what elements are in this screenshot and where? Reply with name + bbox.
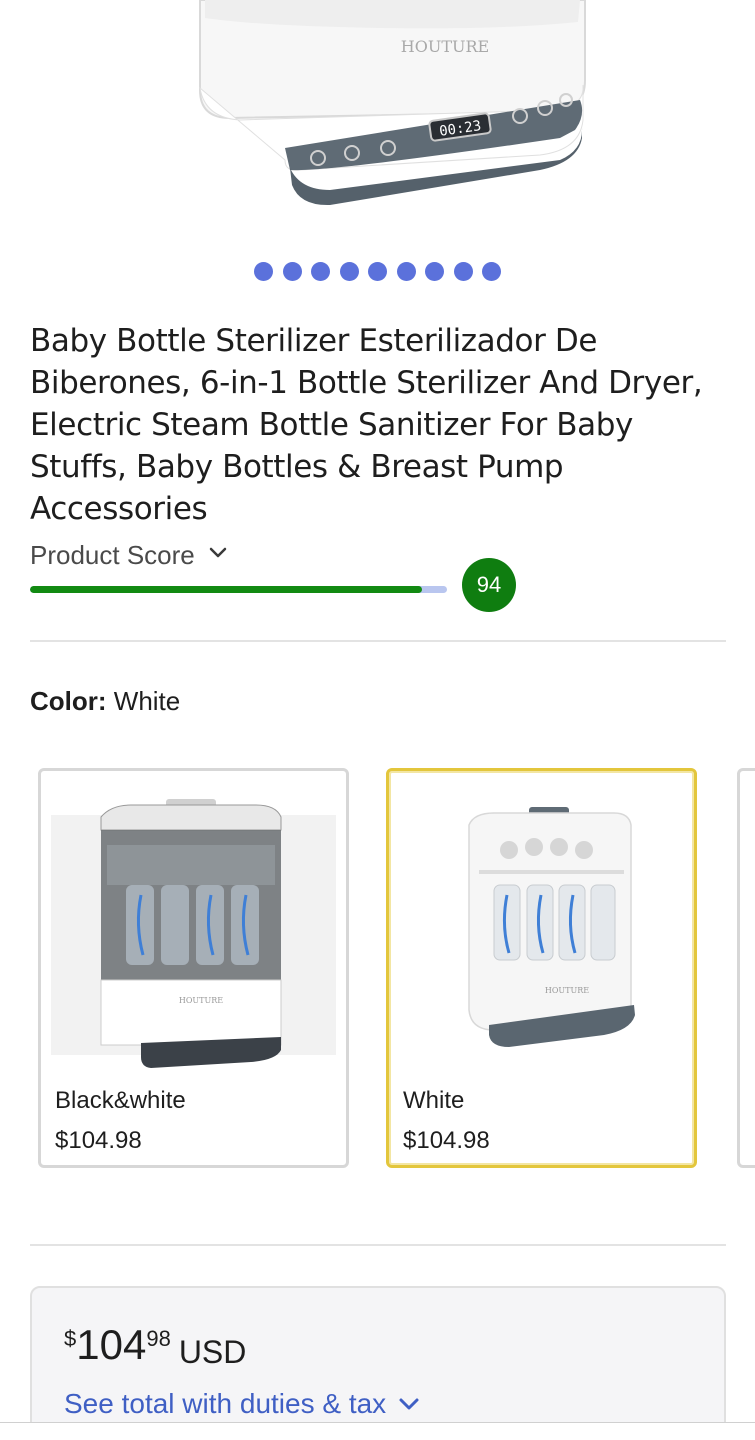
carousel-dot[interactable] xyxy=(368,262,387,281)
color-selection-label: Color: White xyxy=(30,686,180,717)
product-title: Baby Bottle Sterilizer Esterilizador De … xyxy=(30,323,703,527)
price-currency-code: USD xyxy=(178,1334,247,1370)
product-score-fill xyxy=(30,586,422,593)
price-display: $ 104 98 USD xyxy=(64,1322,246,1371)
chevron-down-icon xyxy=(399,1398,419,1410)
product-score-label: Product Score xyxy=(30,540,195,570)
section-divider xyxy=(30,1244,726,1246)
color-label: Color: xyxy=(30,686,107,716)
swatch-brand-text: HOUTURE xyxy=(179,996,223,1005)
carousel-dot[interactable] xyxy=(311,262,330,281)
price-summary-box: $ 104 98 USD See total with duties & tax xyxy=(30,1286,726,1440)
section-divider xyxy=(30,640,726,642)
product-score-toggle[interactable]: Product Score xyxy=(30,540,227,571)
color-swatch-next[interactable] xyxy=(737,768,755,1168)
price-cents: 98 xyxy=(146,1326,171,1351)
color-selected-value: White xyxy=(113,686,181,716)
price-whole: 104 xyxy=(76,1321,147,1368)
swatch-brand-text: HOUTURE xyxy=(545,986,589,995)
carousel-dot[interactable] xyxy=(282,262,302,281)
image-carousel-dots[interactable] xyxy=(0,262,755,281)
carousel-dot[interactable] xyxy=(254,262,273,281)
bottom-sticky-bar xyxy=(0,1422,755,1440)
carousel-dot[interactable] xyxy=(453,262,473,281)
swatch-image-black-white: HOUTURE xyxy=(51,799,336,1068)
chevron-down-icon xyxy=(209,547,226,557)
duties-link-label: See total with duties & tax xyxy=(64,1388,387,1419)
product-score-bar xyxy=(30,586,447,593)
swatch-price: $104.98 xyxy=(55,1127,142,1154)
product-score-badge: 94 xyxy=(462,558,516,612)
hero-brand-text: HOUTURE xyxy=(401,37,489,56)
swatch-image-white: HOUTURE xyxy=(468,807,635,1047)
carousel-dot[interactable] xyxy=(339,262,359,281)
carousel-dot[interactable] xyxy=(482,262,501,281)
color-swatch-white[interactable]: HOUTURE White $104.98 xyxy=(386,768,697,1168)
price-currency-symbol: $ xyxy=(64,1326,77,1351)
swatch-price: $104.98 xyxy=(403,1127,490,1154)
carousel-dot[interactable] xyxy=(396,262,416,281)
see-total-duties-link[interactable]: See total with duties & tax xyxy=(64,1388,420,1420)
carousel-dot[interactable] xyxy=(425,262,444,281)
product-hero-image[interactable]: HOUTURE 00:23 xyxy=(0,0,755,240)
color-swatch-black-white[interactable]: HOUTURE Black&white $104.98 xyxy=(38,768,349,1168)
sterilizer-illustration: HOUTURE 00:23 xyxy=(199,0,586,206)
swatch-name: Black&white xyxy=(55,1087,186,1114)
swatch-name: White xyxy=(403,1087,465,1114)
